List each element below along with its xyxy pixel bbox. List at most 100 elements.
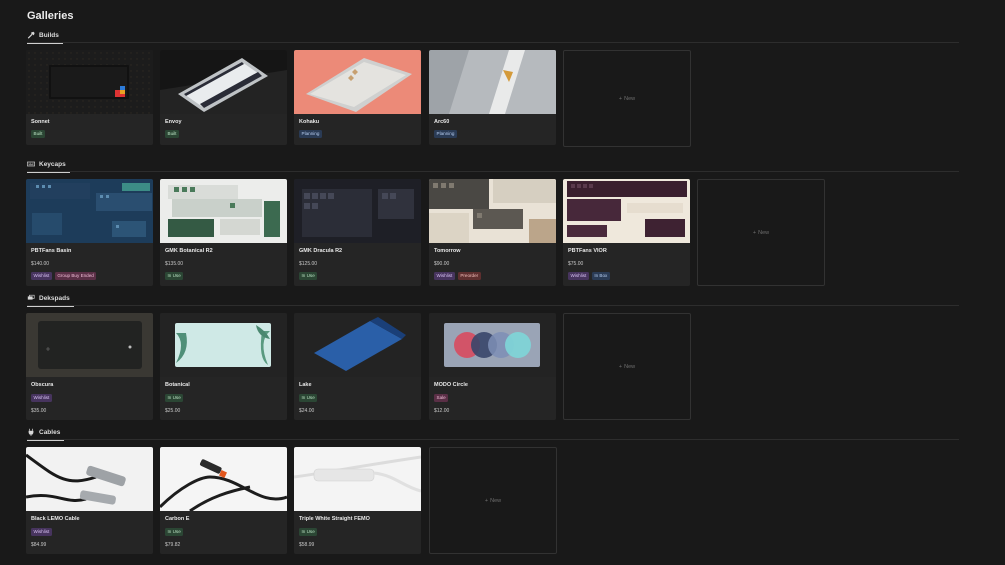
gallery-card-botanical[interactable]: Botanical $25.00 In Use xyxy=(160,313,287,420)
new-label: New xyxy=(624,95,636,102)
status-badge: Sale xyxy=(434,394,449,402)
card-title: Triple White Straight FEMO xyxy=(299,516,370,522)
keycaps-image xyxy=(429,179,556,243)
plug-icon xyxy=(28,428,34,436)
tab-deskpads[interactable]: Dekspads xyxy=(27,291,74,307)
card-price: $84.99 xyxy=(31,542,47,548)
gallery-card-sonnet[interactable]: Sonnet Built xyxy=(26,50,153,145)
new-label: New xyxy=(758,229,770,236)
status-badge: Wishlist xyxy=(568,272,589,280)
deskpad-image xyxy=(26,313,153,377)
new-keycaps-button[interactable]: + New xyxy=(697,179,825,286)
card-price: $140.00 xyxy=(31,261,50,267)
cover-image xyxy=(160,313,287,377)
gallery-card-arc60[interactable]: Arc60 Planning xyxy=(429,50,556,145)
gallery-card-carbon-e[interactable]: Carbon E $79.82 In Use xyxy=(160,447,287,554)
cover-image xyxy=(563,179,690,243)
section-divider xyxy=(27,171,959,172)
gallery-card-pbtfans-vior[interactable]: PBTFans VIOR $75.00 Wishlist In Box xyxy=(563,179,690,286)
keycaps-image xyxy=(26,179,153,243)
gallery-card-modo-circle[interactable]: MODO Circle $12.00 Sale xyxy=(429,313,556,420)
card-price: $58.99 xyxy=(299,542,315,548)
card-price: $90.00 xyxy=(434,261,450,267)
status-badge: Built xyxy=(165,130,179,138)
cover-image xyxy=(160,50,287,114)
gallery-card-gmk-dracula-r2[interactable]: GMK Dracula R2 $125.00 In Use xyxy=(294,179,421,286)
card-title: PBTFans Basin xyxy=(31,248,72,254)
gallery-card-black-lemo-cable[interactable]: Black LEMO Cable $84.99 Wishlist xyxy=(26,447,153,554)
cover-image xyxy=(26,313,153,377)
card-title: PBTFans VIOR xyxy=(568,248,607,254)
card-title: Lake xyxy=(299,382,312,388)
keyboard-image xyxy=(429,50,556,114)
card-title: Envoy xyxy=(165,119,182,125)
keycaps-image xyxy=(160,179,287,243)
card-price: $24.00 xyxy=(299,408,315,414)
status-badge: In Use xyxy=(165,272,184,280)
card-title: Obscura xyxy=(31,382,54,388)
cover-image xyxy=(294,179,421,243)
card-price: $12.00 xyxy=(434,408,450,414)
card-title: Carbon E xyxy=(165,516,190,522)
gallery-card-pbtfans-basin[interactable]: PBTFans Basin $140.00 Wishlist Group Buy… xyxy=(26,179,153,286)
cover-image xyxy=(160,179,287,243)
gallery-card-kohaku[interactable]: Kohaku Planning xyxy=(294,50,421,145)
tab-cables-label: Cables xyxy=(39,428,61,436)
status-badge: Wishlist xyxy=(434,272,455,280)
tab-keycaps[interactable]: Keycaps xyxy=(27,157,70,173)
new-label: New xyxy=(624,363,636,370)
keycaps-image xyxy=(563,179,690,243)
card-price: $35.00 xyxy=(31,408,47,414)
card-title: MODO Circle xyxy=(434,382,468,388)
section-divider xyxy=(27,439,959,440)
new-label: New xyxy=(490,497,502,504)
card-price: $25.00 xyxy=(165,408,181,414)
keycaps-image xyxy=(294,179,421,243)
gallery-card-triple-white-straight-femo[interactable]: Triple White Straight FEMO $58.99 In Use xyxy=(294,447,421,554)
gallery-card-lake[interactable]: Lake $24.00 In Use xyxy=(294,313,421,420)
layers-icon xyxy=(27,294,35,300)
card-title: GMK Botanical R2 xyxy=(165,248,213,254)
keyboard-image xyxy=(26,50,153,114)
tab-cables[interactable]: Cables xyxy=(27,425,65,441)
card-price: $79.82 xyxy=(165,542,181,548)
card-price: $125.00 xyxy=(299,261,318,267)
card-title: Kohaku xyxy=(299,119,320,125)
status-badge: Preorder xyxy=(457,272,481,280)
tab-keycaps-label: Keycaps xyxy=(39,160,66,168)
status-badge: Planning xyxy=(434,130,457,138)
gallery-card-obscura[interactable]: Obscura $35.00 Wishlist xyxy=(26,313,153,420)
status-badge: Planning xyxy=(299,130,322,138)
card-title: Tomorrow xyxy=(434,248,461,254)
gallery-card-envoy[interactable]: Envoy Built xyxy=(160,50,287,145)
card-price: $135.00 xyxy=(165,261,184,267)
new-cable-button[interactable]: + New xyxy=(429,447,557,554)
tab-deskpads-label: Dekspads xyxy=(39,294,70,302)
status-badge: Built xyxy=(31,130,45,138)
gallery-card-tomorrow[interactable]: Tomorrow $90.00 Wishlist Preorder xyxy=(429,179,556,286)
hammer-icon xyxy=(27,31,35,39)
card-title: Black LEMO Cable xyxy=(31,516,80,522)
cover-image xyxy=(160,447,287,511)
cable-image xyxy=(294,447,421,511)
deskpad-image xyxy=(294,313,421,377)
section-divider xyxy=(27,305,959,306)
status-badge: In Use xyxy=(299,272,318,280)
deskpad-image xyxy=(429,313,556,377)
cable-image xyxy=(26,447,153,511)
status-badge: Wishlist xyxy=(31,528,52,536)
plus-icon: + xyxy=(618,95,623,102)
deskpad-image xyxy=(160,313,287,377)
new-deskpad-button[interactable]: + New xyxy=(563,313,691,420)
tab-builds[interactable]: Builds xyxy=(27,28,63,44)
page-title: Galleries xyxy=(27,10,74,22)
keyboard-icon xyxy=(27,161,35,167)
gallery-card-gmk-botanical-r2[interactable]: GMK Botanical R2 $135.00 In Use xyxy=(160,179,287,286)
new-build-button[interactable]: + New xyxy=(563,50,691,147)
status-badge: In Use xyxy=(165,394,184,402)
cover-image xyxy=(429,50,556,114)
cover-image xyxy=(429,313,556,377)
cable-image xyxy=(160,447,287,511)
card-title: Botanical xyxy=(165,382,190,388)
status-badge: In Box xyxy=(591,272,610,280)
